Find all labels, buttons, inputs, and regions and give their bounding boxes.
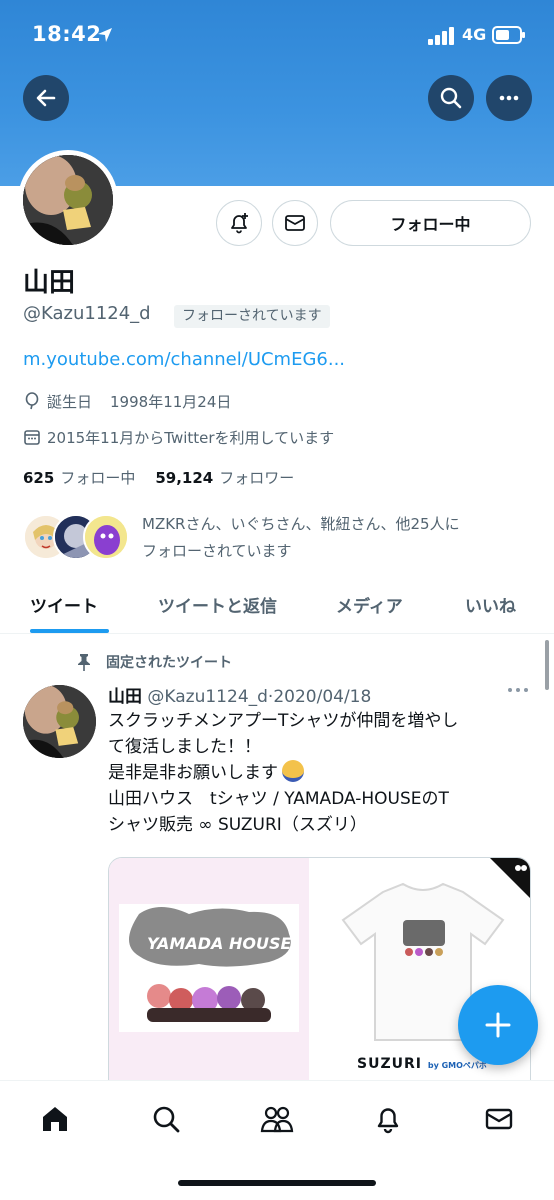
followers-count[interactable]: 59,124 [155, 469, 213, 487]
tab-likes[interactable]: いいね [465, 592, 516, 617]
tweet-text: スクラッチメンアプーTシャツが仲間を増やし て復活しました！！ 是非是非お願いし… [108, 708, 528, 838]
search-icon [153, 1106, 180, 1133]
tweet-text-span: 是非是非お願いします [108, 763, 278, 783]
plus-icon [485, 1012, 511, 1038]
follows-you-badge: フォローされています [174, 305, 330, 328]
avatar-photo [23, 155, 113, 245]
tweet-text-line: 是非是非お願いします [108, 760, 528, 786]
nav-notifications[interactable] [368, 1099, 408, 1139]
active-tab-indicator [30, 629, 109, 633]
tweet-handle-date: @Kazu1124_d·2020/04/18 [147, 687, 372, 707]
profile-tabs: ツイート ツイートと返信 メディア いいね [0, 584, 554, 634]
birthday-row: 誕生日 1998年11月24日 [23, 389, 231, 413]
back-button[interactable] [23, 75, 69, 121]
home-icon [43, 1107, 67, 1131]
profile-display-name: 山田 [23, 268, 76, 298]
corner-badge-icon [490, 858, 530, 898]
tweet-text-line: 山田ハウス tシャツ / YAMADA-HOUSEのT [108, 789, 449, 809]
nav-home[interactable] [35, 1099, 75, 1139]
suzuri-logo: SUZURI by GMOペパボ [357, 1056, 487, 1072]
card-artwork-text: YAMADA HOUSE [147, 934, 292, 953]
pinned-tweet-label: 固定されたツイート [76, 652, 232, 672]
profile-handle: @Kazu1124_d [23, 303, 151, 324]
avatar-photo [23, 685, 96, 758]
balloon-icon [25, 392, 39, 410]
card-image-left: YAMADA HOUSE [109, 858, 309, 1096]
bell-icon [377, 1108, 399, 1134]
arrow-left-icon [36, 89, 56, 107]
compose-tweet-button[interactable] [458, 985, 538, 1065]
followed-by-avatars[interactable] [23, 514, 133, 562]
search-icon [440, 87, 462, 109]
follow-counts: 625 フォロー中 59,124 フォロワー [23, 467, 294, 488]
status-bar: 18:42 4G [0, 0, 554, 70]
more-button[interactable] [486, 75, 532, 121]
envelope-icon [485, 1108, 513, 1130]
nav-communities[interactable] [257, 1099, 297, 1139]
notifications-toggle-button[interactable] [216, 200, 262, 246]
status-time: 18:42 [32, 22, 102, 46]
battery-icon [492, 26, 525, 44]
tab-tweets[interactable]: ツイート [30, 592, 98, 617]
tweet-text-line: スクラッチメンアプーTシャツが仲間を増やし [108, 711, 459, 731]
pinned-label-text: 固定されたツイート [106, 655, 232, 671]
followed-by-text[interactable]: MZKRさん、いぐちさん、靴紐さん、他25人に フォローされています [142, 511, 532, 565]
suzuri-sub-text: by GMOペパボ [427, 1061, 487, 1070]
home-indicator [178, 1180, 376, 1186]
tweet-more-icon[interactable] [506, 684, 530, 696]
signal-icon [428, 27, 454, 45]
bell-plus-icon [231, 213, 248, 234]
tab-media[interactable]: メディア [336, 592, 403, 617]
envelope-icon [285, 215, 305, 231]
followed-by-line: フォローされています [142, 542, 292, 560]
following-count[interactable]: 625 [23, 469, 54, 487]
tweet-text-line: て復活しました！！ [108, 737, 261, 757]
tweet-link-card[interactable]: YAMADA HOUSE SUZURI by GMOペパボ [108, 857, 531, 1097]
birthday-label: 誕生日 [47, 392, 93, 411]
birthday-value: 1998年11月24日 [110, 392, 232, 411]
profile-avatar[interactable] [18, 150, 118, 250]
more-icon [499, 95, 519, 101]
following-label[interactable]: フォロー中 [60, 467, 135, 488]
profile-link[interactable]: m.youtube.com/channel/UCmEG6... [23, 349, 345, 370]
followers-label[interactable]: フォロワー [219, 467, 294, 488]
pin-icon [78, 654, 90, 671]
followed-by-line: MZKRさん、いぐちさん、靴紐さん、他25人に [142, 515, 460, 533]
search-button[interactable] [428, 75, 474, 121]
tweet-text-line: シャツ販売 ∞ SUZURI（スズリ） [108, 815, 367, 835]
location-arrow-icon [98, 28, 112, 42]
tweet-author-name[interactable]: 山田 [108, 687, 142, 707]
following-button[interactable]: フォロー中 [330, 200, 531, 246]
suzuri-brand-text: SUZURI [357, 1056, 422, 1072]
people-icon [260, 1106, 294, 1133]
nav-messages[interactable] [479, 1099, 519, 1139]
calendar-icon [24, 430, 40, 445]
bowing-emoji [282, 760, 304, 782]
joined-text: 2015年11月からTwitterを利用しています [47, 428, 335, 447]
joined-row: 2015年11月からTwitterを利用しています [23, 425, 334, 449]
tweet-author-avatar[interactable] [23, 685, 96, 758]
tweet-header: 山田 @Kazu1124_d·2020/04/18 [108, 682, 371, 707]
message-button[interactable] [272, 200, 318, 246]
nav-explore[interactable] [146, 1099, 186, 1139]
network-type: 4G [462, 25, 487, 44]
scrollbar[interactable] [545, 640, 549, 690]
follower-avatar [83, 514, 129, 560]
tab-tweets-and-replies[interactable]: ツイートと返信 [158, 592, 277, 617]
yamada-house-artwork: YAMADA HOUSE [119, 904, 299, 1032]
